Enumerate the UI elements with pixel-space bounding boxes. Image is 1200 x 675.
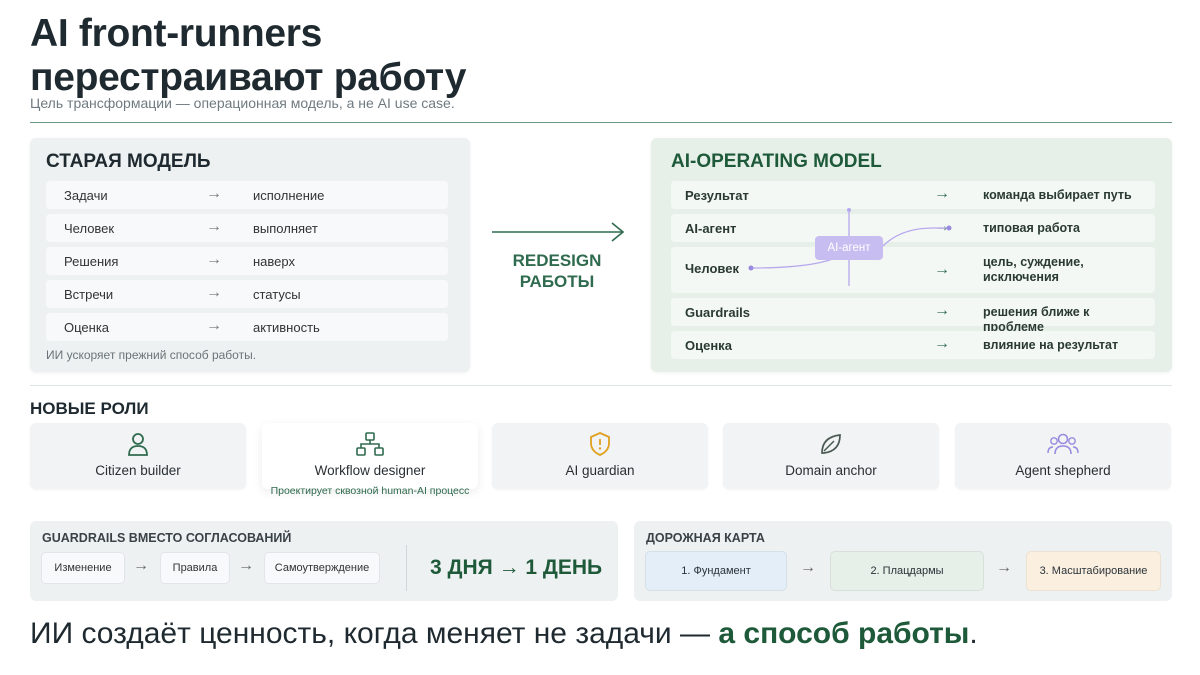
old-model-note: ИИ ускоряет прежний способ работы. [46,348,257,362]
page-title: AI front-runners перестраивают работу [30,12,466,100]
footer-statement: ИИ создаёт ценность, когда меняет не зад… [30,617,978,651]
role-card-agent-shepherd: Agent shepherd [955,423,1171,489]
new-model-row: Guardrails → решения ближе к проблеме [671,298,1155,334]
workflow-designer-description: Проектирует сквозной human-AI процесс [270,485,470,497]
roadmap-step-foundation: 1. Фундамент [645,551,787,591]
role-label: Agent shepherd [1015,463,1111,478]
guardrails-heading: GUARDRAILS ВМЕСТО СОГЛАСОВАНИЙ [42,531,292,545]
footer-accent: а способ работы [718,617,970,650]
row-value: выполняет [253,221,318,236]
ai-agent-node: AI-агент [815,236,883,260]
roadmap-heading: ДОРОЖНАЯ КАРТА [646,531,765,545]
redesign-label: REDESIGN РАБОТЫ [498,250,616,292]
arrow-right-icon: → [206,284,222,301]
row-label: Человек [64,221,115,236]
row-value: влияние на результат [983,338,1119,352]
new-model-row: Оценка → влияние на результат [671,331,1155,359]
guardrails-divider [406,545,407,591]
role-card-domain-anchor: Domain anchor [723,423,939,489]
roadmap-step-scaling: 3. Масштабирование [1026,551,1161,591]
guardrails-step: Самоутверждение [264,552,380,584]
footer-main: ИИ создаёт ценность, когда меняет не зад… [30,617,719,650]
row-value: наверх [253,254,295,269]
arrow-right-icon: → [206,317,222,334]
old-model-row: Встречи → статусы [46,280,448,308]
arrow-right-icon: → [996,559,1012,576]
new-model-panel: AI-OPERATING MODEL Результат → команда в… [651,138,1172,372]
page-subtitle: Цель трансформации — операционная модель… [30,95,455,111]
row-label: Оценка [64,320,110,335]
header-divider [30,122,1172,123]
role-card-ai-guardian: AI guardian [492,423,708,489]
agent-connector-lines [748,208,952,286]
role-label: Citizen builder [95,463,181,478]
row-label: Guardrails [685,305,751,320]
arrow-right-icon: → [238,557,254,574]
group-icon [955,431,1171,457]
row-value: цель, суждение, исключения [983,255,1084,284]
row-value: исполнение [253,188,325,203]
role-label: AI guardian [565,463,635,478]
role-card-workflow-designer: Workflow designer [262,423,478,489]
arrow-right-icon: → [800,559,816,576]
row-label: Задачи [64,188,108,203]
hierarchy-icon [262,431,478,457]
old-model-row: Задачи → исполнение [46,181,448,209]
roadmap-panel: ДОРОЖНАЯ КАРТА 1. Фундамент → 2. Плацдар… [634,521,1172,601]
row-label: Оценка [685,338,732,353]
arrow-right-icon: → [206,218,222,235]
title-line-1: AI front-runners [30,12,323,55]
leaf-icon [723,431,939,457]
arrow-right-icon: → [206,185,222,202]
row-value: статусы [253,287,301,302]
row-label: Встречи [64,287,114,302]
old-model-panel: СТАРАЯ МОДЕЛЬ Задачи → исполнение Челове… [30,138,470,372]
shield-icon [492,431,708,457]
guardrails-result: 3 ДНЯ → 1 ДЕНЬ [430,556,603,579]
arrow-right-icon: → [133,557,149,574]
redesign-line-2: РАБОТЫ [519,272,595,291]
old-model-row: Оценка → активность [46,313,448,341]
guardrails-step: Изменение [41,552,125,584]
row-label: Решения [64,254,119,269]
row-value: типовая работа [983,221,1080,235]
redesign-line-1: REDESIGN [512,251,602,270]
person-icon [30,431,246,457]
old-model-heading: СТАРАЯ МОДЕЛЬ [46,151,211,172]
role-card-citizen-builder: Citizen builder [30,423,246,489]
guardrails-panel: GUARDRAILS ВМЕСТО СОГЛАСОВАНИЙ Изменение… [30,521,618,601]
section-divider [30,385,1172,386]
redesign-arrow-icon [492,222,625,242]
guardrails-step: Правила [160,552,230,584]
old-model-row: Человек → выполняет [46,214,448,242]
arrow-right-icon: → [206,251,222,268]
arrow-right-icon: → [934,335,950,352]
old-model-rows: Задачи → исполнение Человек → выполняет … [46,181,448,346]
roadmap-step-bridgeheads: 2. Плацдармы [830,551,984,591]
arrow-right-icon: → [934,302,950,319]
row-value: команда выбирает путь [983,188,1132,202]
role-label: Workflow designer [314,463,426,478]
footer-end: . [969,617,978,650]
title-line-2: перестраивают работу [30,56,467,99]
row-value: активность [253,320,320,335]
role-label: Domain anchor [785,463,877,478]
old-model-row: Решения → наверх [46,247,448,275]
roles-heading: НОВЫЕ РОЛИ [30,399,149,418]
